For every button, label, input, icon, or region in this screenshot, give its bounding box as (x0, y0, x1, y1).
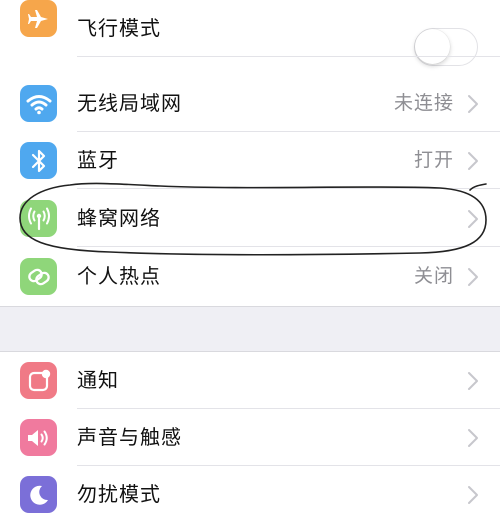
connectivity-settings-group: 飞行模式 无线局域网 未连接 蓝牙 打开 蜂窝网络 个人热点 关闭 (0, 0, 500, 307)
settings-row-wifi[interactable]: 无线局域网 未连接 (0, 75, 500, 132)
chevron-right-icon (468, 268, 478, 286)
settings-row-label: 声音与触感 (77, 425, 182, 449)
airplane-mode-toggle[interactable] (414, 28, 478, 66)
settings-row-label: 蜂窝网络 (77, 206, 161, 230)
airplane-icon (20, 0, 57, 37)
bluetooth-status-value: 打开 (413, 149, 454, 171)
settings-row-sounds-haptics[interactable]: 声音与触感 (0, 409, 500, 466)
chevron-right-icon (468, 95, 478, 113)
chevron-right-icon (468, 152, 478, 170)
settings-row-label: 无线局域网 (77, 91, 182, 115)
settings-row-label: 个人热点 (77, 264, 161, 288)
settings-row-label: 蓝牙 (77, 148, 119, 172)
row-divider (77, 246, 500, 247)
wifi-status-value: 未连接 (393, 92, 454, 114)
settings-screen: 飞行模式 无线局域网 未连接 蓝牙 打开 蜂窝网络 个人热点 关闭 通知 声音与… (0, 0, 500, 532)
chevron-right-icon (468, 372, 478, 390)
settings-row-label: 勿扰模式 (77, 482, 161, 506)
bluetooth-icon (20, 142, 57, 179)
chevron-right-icon (468, 429, 478, 447)
moon-icon (20, 476, 57, 513)
settings-row-label: 飞行模式 (77, 16, 161, 40)
settings-row-airplane-mode[interactable]: 飞行模式 (0, 0, 500, 66)
row-divider (77, 188, 500, 189)
wifi-icon (20, 85, 57, 122)
settings-row-bluetooth[interactable]: 蓝牙 打开 (0, 132, 500, 189)
general-settings-group: 通知 声音与触感 勿扰模式 (0, 351, 500, 532)
row-divider (77, 56, 500, 57)
settings-row-do-not-disturb[interactable]: 勿扰模式 (0, 466, 500, 523)
settings-row-label: 通知 (77, 368, 119, 392)
toggle-knob (415, 29, 450, 64)
chevron-right-icon (468, 486, 478, 504)
antenna-icon (20, 200, 57, 237)
hotspot-status-value: 关闭 (413, 265, 454, 287)
chevron-right-icon (468, 210, 478, 228)
settings-row-personal-hotspot[interactable]: 个人热点 关闭 (0, 248, 500, 305)
settings-row-cellular[interactable]: 蜂窝网络 (0, 190, 500, 247)
notification-icon (20, 362, 57, 399)
speaker-icon (20, 419, 57, 456)
settings-row-notifications[interactable]: 通知 (0, 352, 500, 409)
link-icon (20, 258, 57, 295)
